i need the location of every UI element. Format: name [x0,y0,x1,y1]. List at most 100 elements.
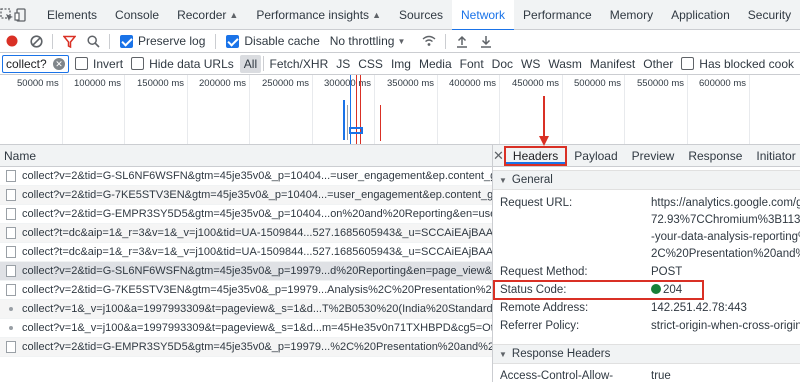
filter-type-fetch-xhr[interactable]: Fetch/XHR [266,55,333,73]
clear-filter-icon[interactable]: ✕ [53,57,66,70]
network-overview-timeline[interactable]: 50000 ms 100000 ms 150000 ms 200000 ms 25000… [0,75,800,145]
filter-type-manifest[interactable]: Manifest [586,55,639,73]
hide-data-urls-checkbox[interactable]: Hide data URLs [131,57,234,71]
request-row[interactable]: collect?v=2&tid=G-7KE5STV3EN&gtm=45je35v… [0,281,492,300]
filter-input[interactable]: collect? ✕ [2,54,70,73]
referrer-policy-value: strict-origin-when-cross-origin [651,320,800,332]
filter-type-css[interactable]: CSS [354,55,387,73]
response-headers-section-header[interactable]: ▼ Response Headers [493,344,800,364]
tab-payload[interactable]: Payload [567,145,624,167]
request-row[interactable]: collect?v=2&tid=G-EMPR3SY5D5&gtm=45je35v… [0,205,492,224]
section-title: Response Headers [511,348,611,360]
request-row[interactable]: collect?v=1&_v=j100&a=1997993309&t=pagev… [0,319,492,338]
checkbox-box[interactable] [681,57,695,70]
request-name: collect?v=2&tid=G-EMPR3SY5D5&gtm=45je35v… [22,208,492,220]
request-url-value-line: 72.93%7CChromium%3B113.0.5 [651,214,800,226]
network-toolbar: Preserve log Disable cache No throttling… [0,30,800,53]
filter-input-value: collect? [6,56,47,71]
tab-recorder[interactable]: Recorder ▲ [168,0,247,30]
checkbox-box[interactable] [120,34,133,48]
request-name: collect?v=1&_v=j100&a=1997993309&t=pagev… [22,303,492,315]
wifi-settings-icon [422,35,436,46]
annotation-arrow-icon [539,96,549,146]
checkbox-box[interactable] [131,57,145,70]
download-icon [481,35,492,48]
tab-label: Console [115,7,160,22]
request-row[interactable]: collect?t=dc&aip=1&_r=3&v=1&_v=j100&tid=… [0,224,492,243]
tab-application[interactable]: Application [662,0,739,30]
divider [215,33,217,49]
tab-performance[interactable]: Performance [514,0,601,30]
search-button[interactable] [81,30,105,53]
search-icon [86,34,100,48]
close-icon[interactable]: ✕ [493,148,504,164]
checkbox-label: Invert [93,56,124,71]
has-blocked-cookies-checkbox[interactable]: Has blocked cook [681,57,794,71]
filter-type-js[interactable]: JS [332,55,354,73]
document-icon [6,170,16,182]
request-row[interactable]: collect?v=2&tid=G-EMPR3SY5D5&gtm=45je35v… [0,338,492,357]
requests-column-name[interactable]: Name [0,145,492,167]
tab-memory[interactable]: Memory [601,0,662,30]
request-row[interactable]: collect?v=2&tid=G-SL6NF6WSFN&gtm=45je35v… [0,167,492,186]
triangle-down-icon: ▼ [499,349,507,359]
filter-type-wasm[interactable]: Wasm [544,55,586,73]
filter-type-font[interactable]: Font [456,55,488,73]
upload-icon [457,35,468,48]
network-conditions-button[interactable] [417,30,441,53]
filter-type-other[interactable]: Other [639,55,677,73]
tab-elements[interactable]: Elements [38,0,106,30]
clear-button[interactable] [24,30,48,53]
referrer-policy-label: Referrer Policy: [500,320,580,332]
tab-label: Memory [609,7,654,22]
request-detail-tabs: ✕ Headers Payload Preview Response Initi… [493,145,800,167]
filter-icon [62,35,76,48]
invert-checkbox[interactable]: Invert [75,57,123,71]
tab-performance-insights[interactable]: Performance insights ▲ [247,0,390,30]
filter-type-doc[interactable]: Doc [488,55,517,73]
divider [52,33,53,49]
overview-request-bar [349,127,363,134]
tab-label: Response [688,148,743,163]
status-code-value: 204 [651,284,682,296]
disable-cache-checkbox[interactable]: Disable cache [226,34,320,48]
tab-preview[interactable]: Preview [625,145,682,167]
export-har-button[interactable] [474,30,498,53]
request-method-label: Request Method: [500,266,588,278]
tab-sources[interactable]: Sources [390,0,452,30]
tab-label: Payload [574,148,618,163]
request-row-selected[interactable]: collect?v=2&tid=G-SL6NF6WSFN&gtm=45je35v… [0,262,492,281]
inspect-element-icon[interactable] [0,0,14,30]
checkbox-box[interactable] [226,34,240,48]
tab-headers[interactable]: Headers [503,145,568,166]
tab-network[interactable]: Network [452,0,515,31]
filter-button[interactable] [57,30,81,53]
general-section-header[interactable]: ▼ General [493,170,800,190]
tab-label: Headers [512,148,559,163]
import-har-button[interactable] [450,30,474,53]
request-name: collect?v=2&tid=G-7KE5STV3EN&gtm=45je35v… [22,189,492,201]
checkbox-box[interactable] [75,57,89,70]
preserve-log-checkbox[interactable]: Preserve log [120,34,205,48]
request-row[interactable]: collect?v=2&tid=G-7KE5STV3EN&gtm=45je35v… [0,186,492,205]
filter-type-media[interactable]: Media [415,55,456,73]
tab-initiator[interactable]: Initiator [749,145,800,167]
throttling-select[interactable]: No throttling ▼ [330,34,406,48]
requests-list[interactable]: collect?v=2&tid=G-SL6NF6WSFN&gtm=45je35v… [0,167,492,382]
overview-request-bar [343,100,345,140]
filter-type-img[interactable]: Img [387,55,415,73]
request-row[interactable]: collect?t=dc&aip=1&_r=3&v=1&_v=j100&tid=… [0,243,492,262]
record-button[interactable] [0,30,24,53]
status-ok-icon [651,284,661,294]
filter-type-all[interactable]: All [239,54,262,73]
request-name: collect?t=dc&aip=1&_r=3&v=1&_v=j100&tid=… [22,227,492,239]
request-name: collect?v=2&tid=G-SL6NF6WSFN&gtm=45je35v… [22,170,492,182]
tab-security[interactable]: Security [739,0,800,30]
filter-type-ws[interactable]: WS [517,55,544,73]
divider [445,33,447,49]
tab-response[interactable]: Response [681,145,749,167]
request-row[interactable]: collect?v=1&_v=j100&a=1997993309&t=pagev… [0,300,492,319]
document-icon [6,189,16,201]
tab-console[interactable]: Console [106,0,168,30]
device-toolbar-icon[interactable] [14,0,28,30]
